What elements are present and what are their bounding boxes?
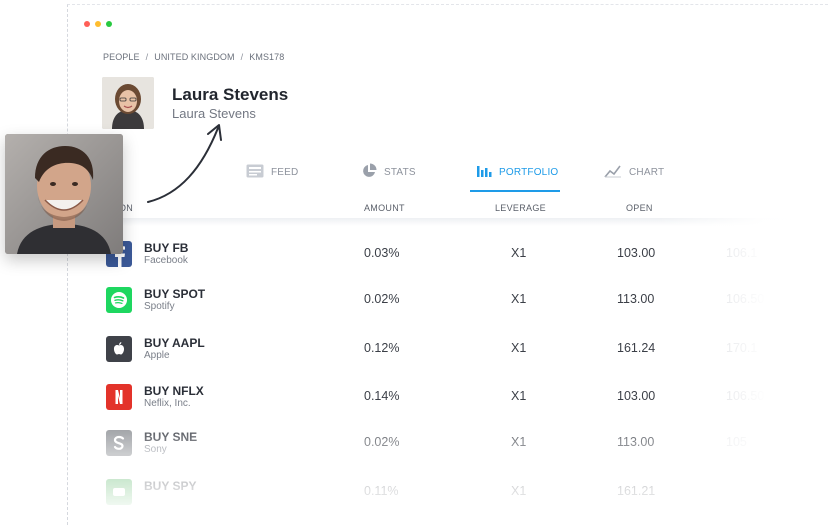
position-amount: 0.12%: [364, 341, 400, 355]
position-amount: 0.03%: [364, 246, 400, 260]
apple-icon: [106, 336, 132, 362]
position-leverage: X1: [511, 435, 527, 449]
tab-stats-label: STATS: [384, 166, 416, 178]
close-dot[interactable]: [84, 21, 90, 27]
position-symbol: BUY FB: [144, 241, 189, 255]
netflix-icon: [106, 384, 132, 410]
position-current: 170.1: [726, 341, 758, 355]
position-current: 106.1: [726, 246, 758, 260]
breadcrumb-item-country[interactable]: UNITED KINGDOM: [154, 52, 234, 62]
pointer-arrow-icon: [147, 124, 222, 203]
position-amount: 0.11%: [364, 484, 399, 498]
app-window: PEOPLE / UNITED KINGDOM / KMS178 Laura Steve…: [67, 4, 830, 525]
position-symbol: BUY SPY: [144, 479, 197, 493]
position-leverage: X1: [511, 484, 527, 498]
tab-portfolio[interactable]: PORTFOLIO: [477, 157, 558, 187]
col-header-leverage: LEVERAGE: [495, 203, 546, 213]
tab-portfolio-label: PORTFOLIO: [499, 166, 559, 178]
position-symbol: BUY SPOT: [144, 287, 206, 301]
profile-name: Laura Stevens: [172, 85, 289, 104]
col-header-open: OPEN: [626, 203, 653, 213]
spotify-icon: [106, 287, 132, 313]
position-open: 161.24: [617, 341, 656, 355]
table-row[interactable]: BUY SPY 0.11% X1 161.21: [68, 479, 828, 519]
spy-icon: [106, 479, 132, 505]
table-row[interactable]: BUY SPOT Spotify 0.02% X1 113.00 106.50: [68, 287, 828, 327]
position-open: 113.00: [617, 292, 655, 306]
header-divider: [120, 218, 820, 226]
position-leverage: X1: [511, 389, 527, 403]
position-symbol: BUY AAPL: [144, 336, 205, 350]
table-row[interactable]: BUY NFLX Neflix, Inc. 0.14% X1 103.00 10…: [68, 384, 828, 424]
breadcrumb-item-people[interactable]: PEOPLE: [103, 52, 140, 62]
active-tab-indicator: [470, 190, 560, 192]
position-leverage: X1: [511, 292, 527, 306]
breadcrumb: PEOPLE / UNITED KINGDOM / KMS178: [103, 52, 284, 62]
tab-stats[interactable]: STATS: [361, 157, 416, 187]
tab-feed-label: FEED: [271, 166, 299, 178]
position-company: Sony: [144, 444, 167, 455]
position-current: 106.50: [726, 292, 765, 306]
tab-chart-label: CHART: [629, 166, 665, 178]
col-header-amount: AMOUNT: [364, 203, 405, 213]
tab-chart[interactable]: CHART: [604, 157, 664, 187]
position-company: Neflix, Inc.: [144, 398, 191, 409]
position-company: Apple: [144, 350, 170, 361]
position-leverage: X1: [511, 341, 527, 355]
bar-chart-icon: [477, 164, 492, 180]
table-row[interactable]: BUY AAPL Apple 0.12% X1 161.24 170.1: [68, 336, 828, 376]
breadcrumb-separator: /: [145, 52, 149, 62]
line-chart-icon: [604, 164, 622, 181]
position-current: 106.50: [726, 389, 765, 403]
position-company: Spotify: [144, 301, 175, 312]
position-open: 113.00: [617, 435, 655, 449]
breadcrumb-item-user[interactable]: KMS178: [249, 52, 284, 62]
position-current: 105: [726, 435, 747, 449]
minimize-dot[interactable]: [95, 21, 101, 27]
maximize-dot[interactable]: [106, 21, 112, 27]
position-open: 103.00: [617, 246, 656, 260]
position-open: 103.00: [617, 389, 656, 403]
sony-icon: [106, 430, 132, 456]
position-amount: 0.02%: [364, 292, 400, 306]
window-controls: [84, 21, 112, 27]
feed-icon: [246, 164, 264, 181]
position-open: 161.21: [617, 484, 656, 498]
position-leverage: X1: [511, 246, 527, 260]
position-company: Facebook: [144, 255, 188, 266]
user-photo-card: [5, 134, 123, 254]
table-row[interactable]: BUY FB Facebook 0.03% X1 103.00 106.1: [68, 241, 828, 281]
position-amount: 0.14%: [364, 389, 400, 403]
position-symbol: BUY NFLX: [144, 384, 204, 398]
table-row[interactable]: BUY SNE Sony 0.02% X1 113.00 105: [68, 430, 828, 470]
position-symbol: BUY SNE: [144, 430, 198, 444]
pie-chart-icon: [361, 163, 377, 182]
position-amount: 0.02%: [364, 435, 400, 449]
breadcrumb-separator: /: [240, 52, 244, 62]
tab-feed[interactable]: FEED: [246, 157, 298, 187]
